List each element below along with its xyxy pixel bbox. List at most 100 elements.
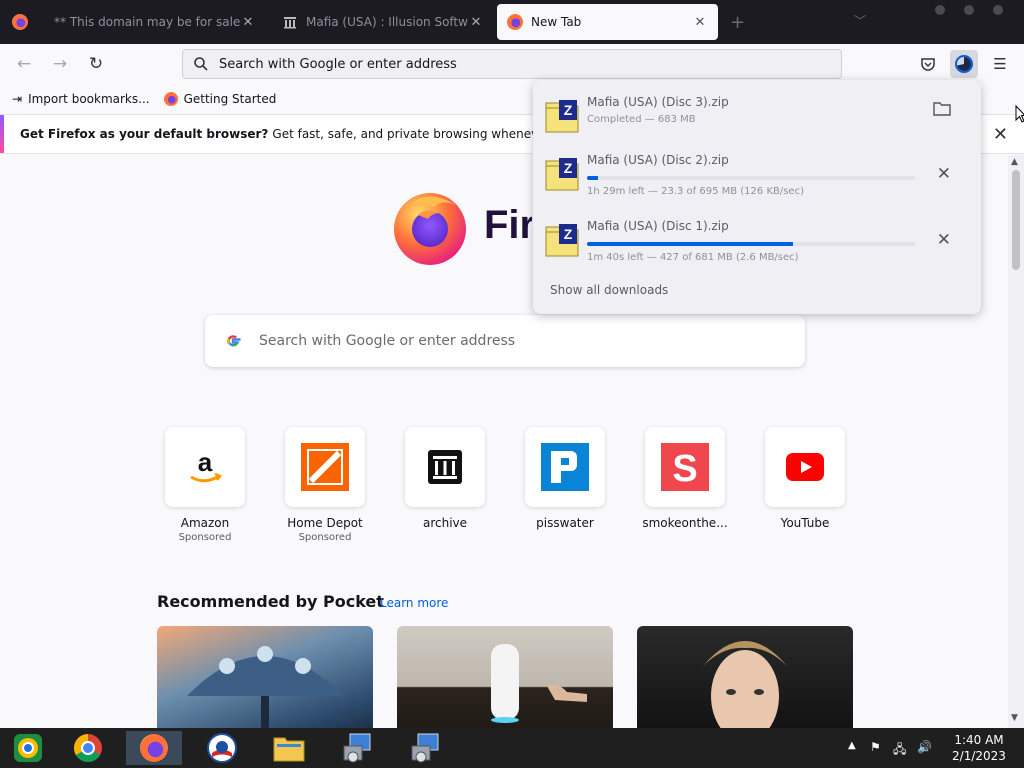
reload-icon[interactable]: ↻: [84, 52, 108, 76]
taskbar-setup-app-2[interactable]: [396, 731, 452, 765]
bookmark-import[interactable]: ⇥ Import bookmarks...: [12, 92, 150, 106]
downloads-progress-icon[interactable]: [950, 50, 978, 78]
top-site-name: YouTube: [780, 516, 830, 530]
top-site-name: smokeonthe...: [642, 516, 728, 530]
tab-strip: ** This domain may be for sale ** ✕ Mafi…: [0, 0, 1024, 44]
svg-text:Z: Z: [564, 160, 573, 176]
taskbar-firefox[interactable]: [126, 731, 182, 765]
cancel-icon[interactable]: ✕: [937, 230, 951, 250]
archive-icon: [284, 17, 296, 29]
pocket-card-umbrella[interactable]: [157, 626, 373, 728]
top-site-name: archive: [422, 516, 468, 530]
folder-icon: [273, 737, 305, 762]
show-all-downloads-button[interactable]: Show all downloads: [550, 283, 668, 297]
tab-title: ** This domain may be for sale **: [54, 15, 240, 29]
chromium-icon: [14, 734, 42, 762]
address-bar-placeholder: Search with Google or enter address: [219, 56, 457, 72]
notification-title: Get Firefox as your default browser?: [20, 127, 269, 141]
pocket-card-device[interactable]: [397, 626, 613, 728]
top-site-youtube[interactable]: YouTube: [760, 427, 850, 530]
pocket-card-portrait[interactable]: [637, 626, 853, 728]
tab-new-tab[interactable]: New Tab ✕: [497, 4, 718, 40]
page-scrollbar[interactable]: ▲ ▼: [1008, 155, 1024, 728]
top-site-pisswater[interactable]: pisswater: [520, 427, 610, 530]
home-depot-icon: [301, 443, 349, 491]
forward-arrow-icon[interactable]: →: [48, 52, 72, 76]
mouse-cursor-icon: [1015, 105, 1024, 123]
download-filename: Mafia (USA) (Disc 2).zip: [587, 153, 729, 167]
download-item[interactable]: Z Mafia (USA) (Disc 1).zip 1m 40s left —…: [545, 216, 965, 272]
download-item[interactable]: Z Mafia (USA) (Disc 3).zip Completed — 6…: [545, 92, 965, 148]
cancel-icon[interactable]: ✕: [937, 164, 951, 184]
archive-icon: [428, 450, 462, 484]
tab-title: Mafia (USA) : Illusion Software: [306, 15, 468, 29]
newtab-search-box[interactable]: Search with Google or enter address: [205, 315, 805, 367]
download-progress-bar: [587, 242, 915, 246]
taskbar-clock[interactable]: 1:40 AM 2/1/2023: [944, 732, 1014, 764]
taskbar-file-explorer[interactable]: [261, 731, 317, 765]
obama-logo-icon: [207, 733, 237, 763]
chrome-icon: [74, 734, 102, 762]
hamburger-menu-icon[interactable]: ☰: [986, 50, 1014, 78]
smart-speaker-image: [491, 644, 587, 723]
scroll-down-arrow-icon[interactable]: ▼: [1011, 713, 1018, 723]
youtube-icon: [786, 453, 824, 481]
firefox-icon: [140, 734, 168, 762]
installer-icon: [411, 733, 439, 763]
close-tab-icon[interactable]: ✕: [692, 15, 708, 30]
amazon-icon: a: [190, 447, 222, 483]
umbrella-illustration-image: [187, 646, 343, 728]
taskbar-chrome[interactable]: [60, 731, 116, 765]
firefox-icon: [163, 92, 178, 106]
firefox-menu-icon[interactable]: [12, 14, 28, 30]
tab-mafia-illusion[interactable]: Mafia (USA) : Illusion Software ✕: [272, 4, 494, 40]
windows-taskbar: ▲ ⚑ 🖧 🔊 1:40 AM 2/1/2023: [0, 728, 1024, 768]
maximize-window-button[interactable]: [964, 5, 974, 15]
top-site-amazon[interactable]: a Amazon Sponsored: [160, 427, 250, 543]
import-icon: ⇥: [12, 92, 23, 106]
action-center-flag-icon[interactable]: ⚑: [870, 740, 881, 754]
bookmark-label: Import bookmarks...: [28, 92, 150, 106]
tab-domain-for-sale[interactable]: ** This domain may be for sale ** ✕: [44, 4, 266, 40]
installer-icon: [343, 733, 371, 763]
close-tab-icon[interactable]: ✕: [240, 15, 256, 30]
top-site-archive[interactable]: archive: [400, 427, 490, 530]
taskbar-obama-app[interactable]: [194, 731, 250, 765]
bookmark-getting-started[interactable]: Getting Started: [163, 92, 276, 106]
download-progress-bar: [587, 176, 915, 180]
tray-overflow-chevron-icon[interactable]: ▲: [848, 740, 856, 751]
download-progress-fill: [587, 242, 793, 246]
top-site-name: Amazon: [180, 516, 230, 530]
top-site-name: pisswater: [536, 516, 594, 530]
pisswater-icon: [541, 443, 589, 491]
taskbar-chrome-canary[interactable]: [0, 731, 56, 765]
download-progress-fill: [587, 176, 599, 180]
address-bar[interactable]: Search with Google or enter address: [182, 49, 842, 79]
navigation-toolbar: ← → ↻ Search with Google or enter addres…: [0, 44, 1024, 84]
top-site-smokeonthe[interactable]: S smokeonthe...: [640, 427, 730, 530]
pocket-learn-more-link[interactable]: Learn more: [380, 596, 448, 610]
close-window-button[interactable]: [993, 5, 1003, 15]
download-item[interactable]: Z Mafia (USA) (Disc 2).zip 1h 29m left —…: [545, 150, 965, 206]
zip-archive-icon: Z: [545, 100, 579, 133]
firefox-logo-icon: [394, 193, 466, 265]
scrollbar-thumb[interactable]: [1012, 170, 1020, 270]
scroll-up-arrow-icon[interactable]: ▲: [1011, 157, 1018, 167]
google-g-icon: [226, 335, 241, 347]
taskbar-setup-app-1[interactable]: [328, 731, 384, 765]
smokeonthe-icon: S: [661, 443, 709, 491]
back-arrow-icon[interactable]: ←: [12, 52, 36, 76]
firefox-icon: [507, 14, 523, 30]
new-tab-plus-icon[interactable]: +: [730, 12, 745, 33]
top-site-name: Home Depot: [287, 516, 363, 530]
folder-icon[interactable]: [933, 100, 951, 121]
network-icon[interactable]: 🖧: [893, 740, 906, 761]
pocket-icon[interactable]: [914, 50, 942, 78]
search-icon: [194, 57, 208, 71]
top-site-home-depot[interactable]: Home Depot Sponsored: [280, 427, 370, 543]
close-tab-icon[interactable]: ✕: [468, 15, 484, 30]
close-notification-icon[interactable]: ✕: [993, 124, 1008, 145]
minimize-window-button[interactable]: [935, 5, 945, 15]
volume-icon[interactable]: 🔊: [917, 740, 932, 754]
list-all-tabs-chevron-icon[interactable]: ﹀: [854, 12, 866, 29]
